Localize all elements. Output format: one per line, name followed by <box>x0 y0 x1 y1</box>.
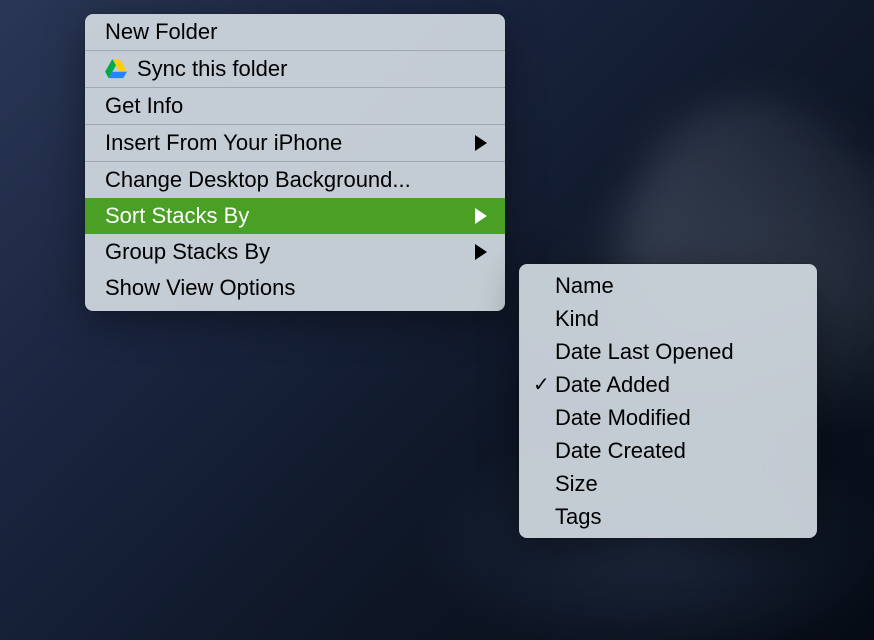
sub-item-date-created[interactable]: Date Created <box>519 434 817 467</box>
menu-label: Change Desktop Background... <box>105 167 487 193</box>
menu-item-show-view-options[interactable]: Show View Options <box>85 270 505 311</box>
sub-item-tags[interactable]: Tags <box>519 500 817 533</box>
menu-item-change-background[interactable]: Change Desktop Background... <box>85 162 505 198</box>
sub-item-size[interactable]: Size <box>519 467 817 500</box>
menu-label: New Folder <box>105 19 487 45</box>
context-menu-submenu: Name Kind Date Last Opened ✓ Date Added … <box>519 264 817 538</box>
menu-item-sort-stacks-by[interactable]: Sort Stacks By <box>85 198 505 234</box>
sub-label: Size <box>555 471 799 497</box>
context-menu-main: New Folder Sync this folder Get Info Ins… <box>85 14 505 311</box>
sub-label: Name <box>555 273 799 299</box>
sub-label: Date Created <box>555 438 799 464</box>
menu-label: Show View Options <box>105 275 487 301</box>
menu-item-sync-folder[interactable]: Sync this folder <box>85 51 505 88</box>
sub-label: Date Added <box>555 372 799 398</box>
chevron-right-icon <box>475 208 487 224</box>
sub-item-date-last-opened[interactable]: Date Last Opened <box>519 335 817 368</box>
chevron-right-icon <box>475 244 487 260</box>
menu-item-new-folder[interactable]: New Folder <box>85 14 505 51</box>
menu-label: Insert From Your iPhone <box>105 130 475 156</box>
menu-label: Sync this folder <box>137 56 487 82</box>
google-drive-icon <box>105 59 127 79</box>
sub-label: Date Last Opened <box>555 339 799 365</box>
sub-label: Kind <box>555 306 799 332</box>
sub-label: Date Modified <box>555 405 799 431</box>
sub-item-date-added[interactable]: ✓ Date Added <box>519 368 817 401</box>
menu-item-group-stacks-by[interactable]: Group Stacks By <box>85 234 505 270</box>
sub-label: Tags <box>555 504 799 530</box>
menu-item-get-info[interactable]: Get Info <box>85 88 505 125</box>
check-mark-icon: ✓ <box>533 372 555 397</box>
menu-label: Group Stacks By <box>105 239 475 265</box>
chevron-right-icon <box>475 135 487 151</box>
menu-label: Sort Stacks By <box>105 203 475 229</box>
sub-item-kind[interactable]: Kind <box>519 302 817 335</box>
sub-item-name[interactable]: Name <box>519 269 817 302</box>
menu-item-insert-from-phone[interactable]: Insert From Your iPhone <box>85 125 505 162</box>
menu-label: Get Info <box>105 93 487 119</box>
sub-item-date-modified[interactable]: Date Modified <box>519 401 817 434</box>
